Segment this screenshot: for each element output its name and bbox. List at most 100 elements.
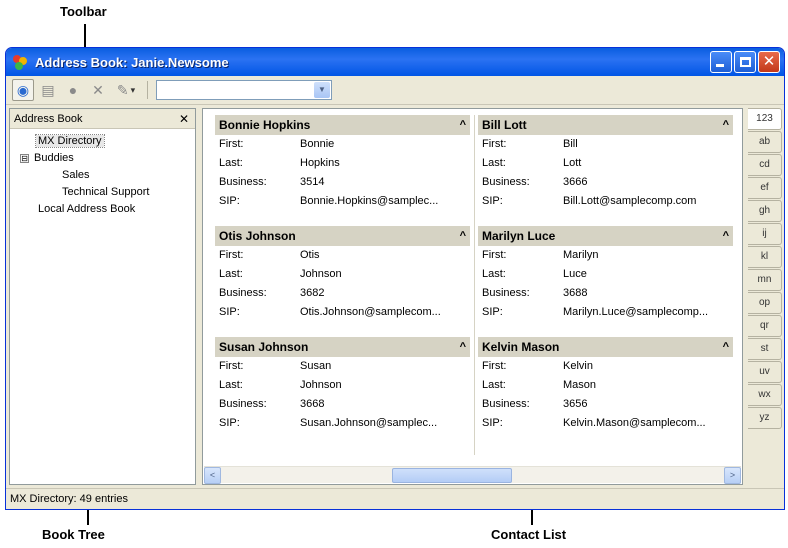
contact-name: Kelvin Mason	[482, 340, 560, 354]
field-label: SIP:	[219, 306, 240, 318]
contact-field-row: Last: Hopkins	[215, 154, 470, 173]
collapse-card-icon[interactable]: ^	[460, 341, 466, 353]
field-label: SIP:	[219, 417, 240, 429]
alphabet-tab[interactable]: yz	[748, 407, 782, 429]
tree-item[interactable]: Local Address Book	[10, 201, 195, 218]
book-tree-header: Address Book ✕	[10, 109, 195, 129]
collapse-card-icon[interactable]: ^	[460, 119, 466, 131]
contact-card-header[interactable]: Marilyn Luce ^	[478, 226, 733, 246]
contact-field-row: First: Marilyn	[478, 246, 733, 265]
alphabet-tab[interactable]: wx	[748, 384, 782, 406]
address-book-tool-button[interactable]: ◉	[12, 79, 34, 101]
contact-field-row: First: Bonnie	[215, 135, 470, 154]
field-value: 3668	[300, 398, 325, 410]
contact-column: Bill Lott ^ First: Bill Last: Lott Business: 36…	[478, 115, 733, 448]
tree-item[interactable]: Technical Support	[10, 184, 195, 201]
contact-field-row: First: Otis	[215, 246, 470, 265]
edit-tool-button[interactable]: ✎ ▾	[112, 79, 140, 101]
scroll-right-button[interactable]: >	[724, 467, 741, 484]
contact-card-header[interactable]: Otis Johnson ^	[215, 226, 470, 246]
contact-card[interactable]: Otis Johnson ^ First: Otis Last: Johnson Busin…	[215, 226, 470, 337]
field-label: Last:	[219, 268, 243, 280]
alphabet-tab[interactable]: gh	[748, 200, 782, 222]
field-label: Business:	[219, 287, 267, 299]
tree-item[interactable]: Sales	[10, 167, 195, 184]
maximize-button[interactable]	[734, 51, 756, 73]
contact-card[interactable]: Marilyn Luce ^ First: Marilyn Last: Luce Busin…	[478, 226, 733, 337]
horizontal-scrollbar[interactable]: < >	[204, 466, 741, 484]
alphabet-tab[interactable]: 123	[748, 108, 782, 130]
close-button[interactable]: ✕	[758, 51, 780, 73]
contact-card-header[interactable]: Kelvin Mason ^	[478, 337, 733, 357]
tree-item-label: MX Directory	[35, 134, 105, 148]
alphabet-tab[interactable]: kl	[748, 246, 782, 268]
field-label: Last:	[482, 268, 506, 280]
field-value: 3666	[563, 176, 588, 188]
field-value: Marilyn.Luce@samplecomp...	[563, 306, 709, 318]
book-tree-pane: Address Book ✕ MX Directory ⊟ Buddies Sales…	[9, 108, 196, 485]
edit-dropdown-arrow-icon: ▾	[130, 84, 136, 95]
field-label: First:	[219, 138, 244, 150]
contact-field-row: Business: 3682	[215, 284, 470, 303]
search-combo[interactable]: ▼	[156, 80, 332, 100]
chevron-down-icon[interactable]: ▼	[314, 82, 330, 98]
field-value: Luce	[563, 268, 587, 280]
collapse-card-icon[interactable]: ^	[723, 119, 729, 131]
toolbar-callout: Toolbar	[60, 4, 107, 19]
contact-card[interactable]: Bill Lott ^ First: Bill Last: Lott Business: 36…	[478, 115, 733, 226]
alphabet-tab[interactable]: mn	[748, 269, 782, 291]
scroll-thumb[interactable]	[392, 468, 512, 483]
contact-card[interactable]: Bonnie Hopkins ^ First: Bonnie Last: Hopkins B…	[215, 115, 470, 226]
alphabet-tab[interactable]: op	[748, 292, 782, 314]
toolbar-separator	[147, 81, 148, 99]
book-tree: MX Directory ⊟ Buddies Sales Technical Suppo…	[10, 129, 195, 218]
alphabet-tab[interactable]: st	[748, 338, 782, 360]
contact-card-header[interactable]: Bill Lott ^	[478, 115, 733, 135]
field-value: Otis	[300, 249, 320, 261]
field-value: Susan	[300, 360, 332, 372]
alphabet-tab[interactable]: uv	[748, 361, 782, 383]
tree-item-label: Buddies	[34, 152, 74, 164]
delete-tool-button[interactable]: ✕	[87, 79, 109, 101]
contact-field-row: SIP: Bonnie.Hopkins@samplec...	[215, 192, 470, 211]
field-value: 3656	[563, 398, 588, 410]
alphabet-tab[interactable]: ij	[748, 223, 782, 245]
field-label: SIP:	[482, 195, 503, 207]
alphabet-tab[interactable]: qr	[748, 315, 782, 337]
presence-icon: ●	[68, 82, 78, 98]
alphabet-tab[interactable]: ef	[748, 177, 782, 199]
tree-item[interactable]: MX Directory	[10, 133, 195, 150]
contact-field-row: Last: Mason	[478, 376, 733, 395]
contact-card[interactable]: Susan Johnson ^ First: Susan Last: Johnson Bus…	[215, 337, 470, 448]
collapse-card-icon[interactable]: ^	[723, 230, 729, 242]
contact-card[interactable]: Kelvin Mason ^ First: Kelvin Last: Mason Busin…	[478, 337, 733, 448]
contact-name: Otis Johnson	[219, 229, 296, 243]
field-value: Otis.Johnson@samplecom...	[300, 306, 441, 318]
contact-column: Bonnie Hopkins ^ First: Bonnie Last: Hopkins B…	[215, 115, 470, 448]
title-bar[interactable]: Address Book: Janie.Newsome ✕	[6, 48, 784, 76]
contact-card-header[interactable]: Bonnie Hopkins ^	[215, 115, 470, 135]
field-value: Johnson	[300, 379, 342, 391]
tree-item[interactable]: ⊟ Buddies	[10, 150, 195, 167]
presence-tool-button[interactable]: ●	[62, 79, 84, 101]
collapse-card-icon[interactable]: ^	[460, 230, 466, 242]
close-pane-icon[interactable]: ✕	[179, 112, 189, 126]
minimize-button[interactable]	[710, 51, 732, 73]
field-label: First:	[219, 249, 244, 261]
alphabet-tab[interactable]: ab	[748, 131, 782, 153]
collapse-tree-icon[interactable]: ⊟	[20, 153, 29, 163]
contact-list-pane: Bonnie Hopkins ^ First: Bonnie Last: Hopkins B…	[202, 108, 743, 485]
field-value: Bill.Lott@samplecomp.com	[563, 195, 697, 207]
collapse-card-icon[interactable]: ^	[723, 341, 729, 353]
contact-card-header[interactable]: Susan Johnson ^	[215, 337, 470, 357]
contact-field-row: SIP: Marilyn.Luce@samplecomp...	[478, 303, 733, 322]
status-bar: MX Directory: 49 entries	[6, 488, 784, 509]
contact-field-row: Last: Johnson	[215, 376, 470, 395]
field-label: First:	[482, 138, 507, 150]
scroll-left-button[interactable]: <	[204, 467, 221, 484]
contact-field-row: Last: Luce	[478, 265, 733, 284]
contact-field-row: Last: Johnson	[215, 265, 470, 284]
column-divider	[474, 115, 475, 455]
alphabet-tab[interactable]: cd	[748, 154, 782, 176]
properties-tool-button[interactable]: ▤	[37, 79, 59, 101]
